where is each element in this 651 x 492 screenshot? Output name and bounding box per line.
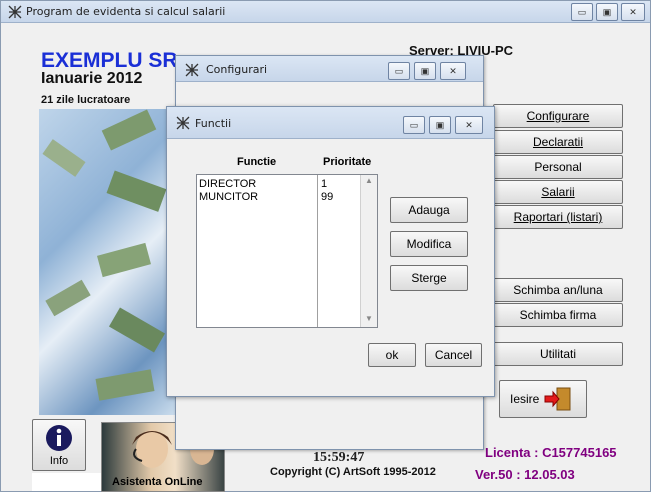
main-window-title: Program de evidenta si calcul salarii	[26, 5, 226, 18]
configurari-title: Configurari	[206, 63, 268, 76]
exit-door-icon	[544, 387, 571, 411]
col-header-prioritate: Prioritate	[323, 156, 372, 168]
scroll-up-icon[interactable]: ▲	[365, 176, 373, 185]
schimba-an-button[interactable]: Schimba an/luna	[493, 278, 623, 302]
cancel-label: Cancel	[434, 348, 473, 362]
iesire-button[interactable]: Iesire	[499, 380, 587, 418]
list-item-prioritate-1[interactable]: 99	[321, 191, 333, 203]
app-logo-icon	[8, 5, 22, 19]
info-button[interactable]: Info	[32, 419, 86, 471]
period-label: Ianuarie 2012	[41, 70, 143, 87]
license-label: Licenta : C157745165	[485, 445, 617, 460]
close-icon: ✕	[629, 6, 637, 17]
minimize-icon: ▭	[394, 65, 404, 76]
col-header-functie: Functie	[237, 156, 277, 168]
configurare-button[interactable]: Configurare	[493, 104, 623, 128]
listbox-scrollbar[interactable]: ▲ ▼	[360, 175, 377, 327]
minimize-icon: ▭	[409, 119, 419, 130]
list-item-functie-1[interactable]: MUNCITOR	[199, 191, 258, 203]
configurare-label: Configurare	[526, 109, 590, 123]
minimize-button[interactable]: ▭	[571, 3, 593, 21]
banknotes-image	[42, 109, 167, 401]
utilitati-button[interactable]: Utilitati	[493, 342, 623, 366]
functii-minimize-button[interactable]: ▭	[403, 116, 425, 134]
info-icon	[46, 425, 72, 451]
raportari-label: Raportari (listari)	[513, 210, 603, 224]
raportari-button[interactable]: Raportari (listari)	[493, 205, 623, 229]
configurari-maximize-button[interactable]: ▣	[414, 62, 436, 80]
main-titlebar[interactable]: Program de evidenta si calcul salarii ▭ …	[1, 1, 650, 23]
clock-label: 15:59:47	[313, 450, 365, 465]
declaratii-button[interactable]: Declaratii	[493, 130, 623, 154]
schimba-firma-button[interactable]: Schimba firma	[493, 303, 623, 327]
salarii-button[interactable]: Salarii	[493, 180, 623, 204]
maximize-icon: ▣	[602, 6, 612, 17]
ok-label: ok	[385, 348, 399, 362]
personal-label: Personal	[534, 160, 582, 174]
list-item-functie-0[interactable]: DIRECTOR	[199, 178, 256, 190]
asistenta-label: Asistenta OnLine	[112, 476, 203, 488]
money-image	[39, 109, 179, 415]
ok-button[interactable]: ok	[368, 343, 416, 367]
adauga-button[interactable]: Adauga	[390, 197, 468, 223]
list-item-prioritate-0[interactable]: 1	[321, 178, 327, 190]
functii-logo-icon	[176, 116, 190, 130]
configurari-titlebar[interactable]: Configurari ▭ ▣ ✕	[176, 56, 483, 82]
close-icon: ✕	[465, 119, 473, 130]
configurari-close-button[interactable]: ✕	[440, 62, 466, 80]
maximize-icon: ▣	[435, 119, 445, 130]
version-label: Ver.50 : 12.05.03	[475, 467, 575, 482]
info-label: Info	[49, 455, 69, 467]
declaratii-label: Declaratii	[532, 135, 583, 149]
maximize-button[interactable]: ▣	[596, 3, 618, 21]
adauga-label: Adauga	[408, 203, 450, 217]
minimize-icon: ▭	[577, 6, 587, 17]
copyright-label: Copyright (C) ArtSoft 1995-2012	[270, 466, 436, 478]
maximize-icon: ▣	[420, 65, 430, 76]
functii-listbox[interactable]: DIRECTOR 1 MUNCITOR 99 ▲ ▼	[196, 174, 378, 328]
functii-title: Functii	[195, 117, 232, 130]
workdays-label: 21 zile lucratoare	[41, 94, 131, 106]
close-button[interactable]: ✕	[621, 3, 645, 21]
cancel-button[interactable]: Cancel	[425, 343, 482, 367]
functii-titlebar[interactable]: Functii ▭ ▣ ✕	[167, 107, 494, 139]
utilitati-label: Utilitati	[539, 347, 576, 361]
personal-button[interactable]: Personal	[493, 155, 623, 179]
modifica-label: Modifica	[406, 237, 452, 251]
scroll-down-icon[interactable]: ▼	[365, 314, 373, 323]
sterge-button[interactable]: Sterge	[390, 265, 468, 291]
salarii-label: Salarii	[541, 185, 575, 199]
modifica-button[interactable]: Modifica	[390, 231, 468, 257]
sterge-label: Sterge	[411, 271, 447, 285]
configurari-logo-icon	[185, 63, 199, 77]
functii-maximize-button[interactable]: ▣	[429, 116, 451, 134]
status-field	[32, 473, 102, 491]
close-icon: ✕	[449, 65, 457, 76]
iesire-label: Iesire	[510, 392, 540, 406]
functii-close-button[interactable]: ✕	[455, 116, 483, 134]
functii-window: Functii ▭ ▣ ✕ Functie Prioritate DIRECTO…	[166, 106, 495, 397]
configurari-minimize-button[interactable]: ▭	[388, 62, 410, 80]
schimba-firma-label: Schimba firma	[519, 308, 597, 322]
schimba-an-label: Schimba an/luna	[513, 283, 603, 297]
